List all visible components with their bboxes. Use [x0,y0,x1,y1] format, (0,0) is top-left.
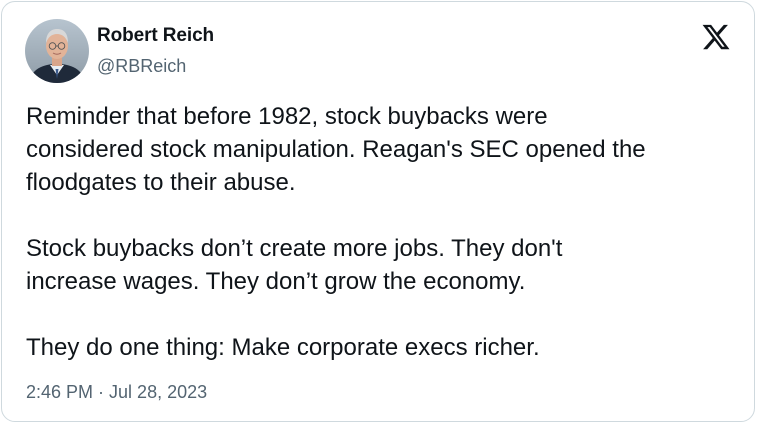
avatar[interactable] [25,19,89,83]
timestamp-separator: · [93,382,110,402]
tweet-paragraph: They do one thing: Make corporate execs … [26,334,540,361]
tweet-card: Robert Reich @RBReich Reminder that befo… [1,1,755,422]
tweet-time[interactable]: 2:46 PM [26,382,93,402]
avatar-photo [25,19,89,83]
tweet-text: Reminder that before 1982, stock buyback… [26,100,738,364]
x-logo-icon[interactable] [700,22,732,52]
tweet-paragraph: Reminder that before 1982, stock buyback… [26,103,646,196]
tweet-date[interactable]: Jul 28, 2023 [109,382,207,402]
tweet-paragraph: Stock buybacks don’t create more jobs. T… [26,235,563,295]
author-name[interactable]: Robert Reich [97,25,214,47]
tweet-timestamp: 2:46 PM · Jul 28, 2023 [26,382,207,403]
author-handle[interactable]: @RBReich [97,56,186,77]
